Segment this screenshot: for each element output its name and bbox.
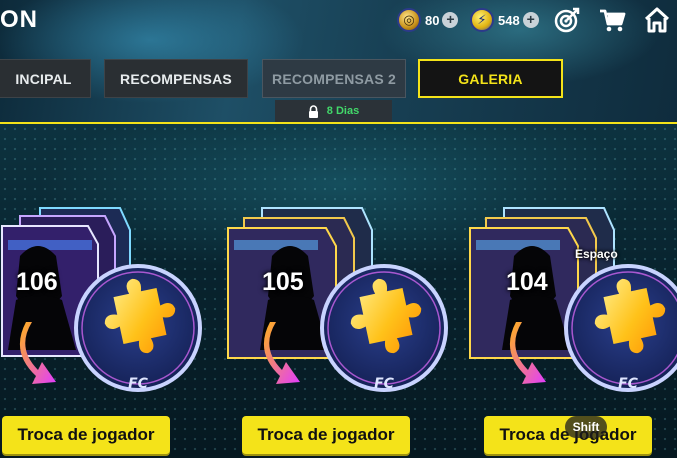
add-points-button[interactable]: + <box>522 12 539 28</box>
page-title: ON <box>0 6 38 33</box>
tab-principal[interactable]: INCIPAL <box>0 59 91 98</box>
player-rating: 105 <box>262 268 304 296</box>
store-cart-icon[interactable] <box>598 6 626 34</box>
svg-text:FC: FC <box>374 376 395 392</box>
puzzle-piece-icon: FC <box>74 264 202 392</box>
coin-icon: ◎ <box>397 8 421 32</box>
tab-recompensas[interactable]: RECOMPENSAS <box>104 59 248 98</box>
add-coins-button[interactable]: + <box>442 12 459 28</box>
player-rating: 104 <box>506 268 548 296</box>
tab-galeria[interactable]: GALERIA <box>418 59 563 98</box>
coins-value: 80 <box>425 12 440 28</box>
lock-icon <box>308 104 318 118</box>
swap-arrow-icon <box>509 322 546 384</box>
puzzle-piece-icon: FC <box>320 264 448 392</box>
player-rating: 106 <box>16 268 58 296</box>
space-key-hint: Espaço <box>575 247 618 261</box>
swap-arrow-icon <box>263 322 300 384</box>
points-counter: ⚡ 548 + <box>470 8 539 32</box>
lock-timer-badge: 8 Dias <box>275 100 392 122</box>
coins-counter: ◎ 80 + <box>397 8 459 32</box>
tab-recompensas-2[interactable]: RECOMPENSAS 2 <box>262 59 406 98</box>
swap-arrow-icon <box>19 322 56 384</box>
swap-player-button[interactable]: Troca de jogador <box>242 416 410 454</box>
puzzle-piece-icon: FC <box>564 264 677 392</box>
points-value: 548 <box>498 12 520 28</box>
player-swap-card[interactable]: 105 FC Troca de jogador <box>222 200 462 458</box>
objectives-target-icon[interactable] <box>553 6 581 34</box>
svg-text:FC: FC <box>128 376 149 392</box>
swap-player-button[interactable]: Troca de jogador <box>2 416 170 454</box>
header-accent-line <box>0 122 677 124</box>
home-icon[interactable] <box>643 6 671 34</box>
lock-timer-text: 8 Dias <box>326 105 360 117</box>
fc-points-icon: ⚡ <box>470 8 494 32</box>
player-swap-card[interactable]: 106 FC Troca de jogador <box>0 200 220 458</box>
svg-text:FC: FC <box>618 376 639 392</box>
shift-key-hint: Shift <box>565 416 607 438</box>
